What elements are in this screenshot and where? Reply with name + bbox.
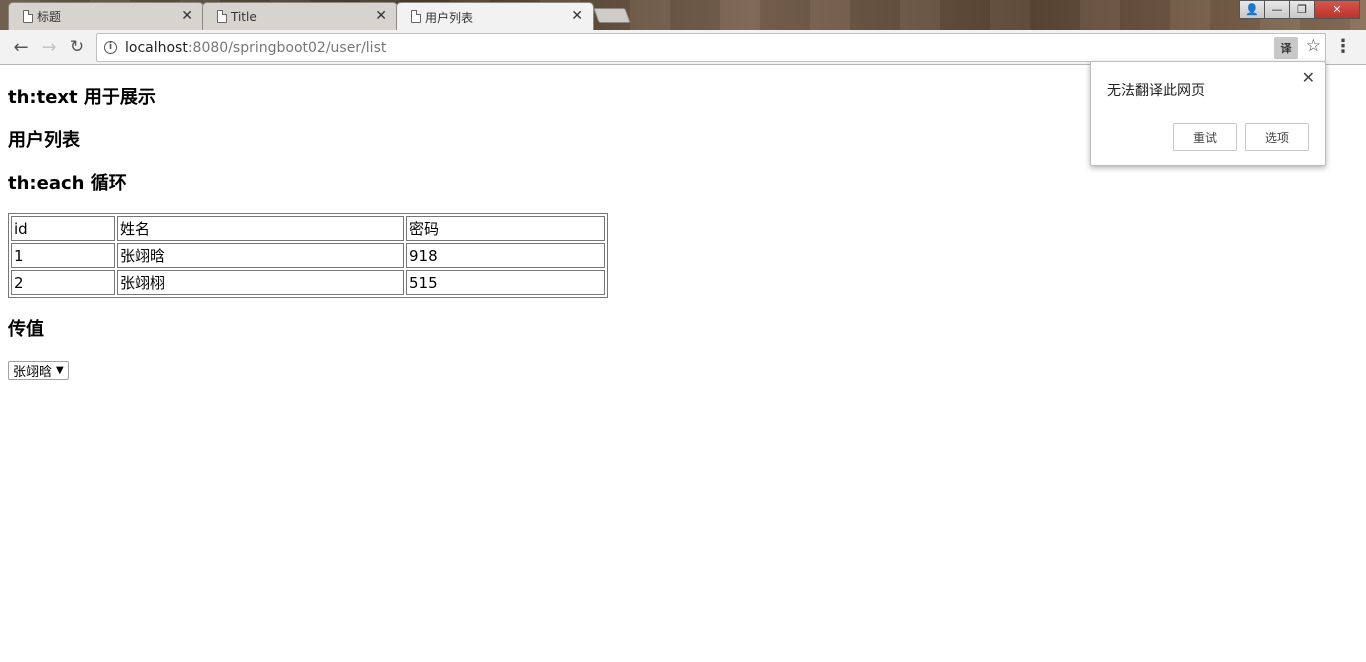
address-bar[interactable]: i localhost:8080/springboot02/user/list … bbox=[96, 33, 1326, 62]
title-bar: 标题 ✕ Title ✕ 用户列表 ✕ 👤 — ❐ ✕ bbox=[0, 0, 1366, 30]
options-button[interactable]: 选项 bbox=[1245, 123, 1309, 151]
cell-name: 张翊栩 bbox=[117, 270, 404, 295]
cell-id: 1 bbox=[11, 243, 115, 268]
info-icon[interactable]: i bbox=[104, 41, 117, 54]
new-tab-button[interactable] bbox=[593, 8, 631, 23]
back-icon[interactable]: ← bbox=[9, 36, 33, 58]
document-icon bbox=[411, 10, 421, 23]
table-header-row: id 姓名 密码 bbox=[11, 216, 605, 241]
table-row: 2 张翊栩 515 bbox=[11, 270, 605, 295]
tab-user-list[interactable]: 用户列表 ✕ bbox=[396, 2, 594, 30]
reload-icon[interactable]: ↻ bbox=[65, 36, 89, 58]
bookmark-star-icon[interactable]: ☆ bbox=[1306, 36, 1321, 56]
cell-id: 2 bbox=[11, 270, 115, 295]
user-table: id 姓名 密码 1 张翊晗 918 2 张翊栩 515 bbox=[8, 213, 608, 298]
table-row: 1 张翊晗 918 bbox=[11, 243, 605, 268]
window-controls: 👤 — ❐ ✕ bbox=[1239, 0, 1360, 19]
url-text: localhost:8080/springboot02/user/list bbox=[125, 40, 386, 56]
popup-close-icon[interactable]: ✕ bbox=[1302, 68, 1315, 87]
url-path: :8080/springboot02/user/list bbox=[187, 39, 387, 56]
tab-title[interactable]: Title ✕ bbox=[202, 2, 398, 30]
user-select[interactable]: 张翊晗 ▼ bbox=[8, 361, 69, 380]
heading-each-loop: th:each 循环 bbox=[8, 173, 127, 194]
cell-password: 515 bbox=[406, 270, 605, 295]
tab-label: Title bbox=[231, 9, 257, 24]
tab-label: 标题 bbox=[37, 10, 62, 24]
document-icon bbox=[217, 10, 227, 23]
url-host: localhost bbox=[125, 39, 188, 56]
header-password: 密码 bbox=[406, 216, 605, 241]
forward-icon[interactable]: → bbox=[37, 36, 61, 58]
translate-icon[interactable]: 译 bbox=[1274, 37, 1298, 59]
restore-button[interactable]: ❐ bbox=[1289, 0, 1315, 19]
tab-biaoti[interactable]: 标题 ✕ bbox=[8, 2, 204, 30]
close-tab-icon[interactable]: ✕ bbox=[181, 8, 193, 24]
browser-toolbar: ← → ↻ i localhost:8080/springboot02/user… bbox=[0, 30, 1366, 65]
menu-icon[interactable]: ⋮ bbox=[1334, 36, 1352, 57]
cell-name: 张翊晗 bbox=[117, 243, 404, 268]
translate-popup: 无法翻译此网页 ✕ 重试 选项 bbox=[1090, 61, 1326, 166]
minimize-button[interactable]: — bbox=[1264, 0, 1290, 19]
select-value: 张翊晗 bbox=[13, 365, 53, 380]
popup-message: 无法翻译此网页 bbox=[1107, 83, 1205, 99]
window-close-button[interactable]: ✕ bbox=[1314, 0, 1360, 19]
cell-password: 918 bbox=[406, 243, 605, 268]
document-icon bbox=[23, 10, 33, 23]
dropdown-arrow-icon: ▼ bbox=[56, 365, 64, 376]
header-name: 姓名 bbox=[117, 216, 404, 241]
close-tab-icon[interactable]: ✕ bbox=[571, 8, 583, 24]
tab-label: 用户列表 bbox=[425, 10, 474, 25]
retry-button[interactable]: 重试 bbox=[1173, 123, 1237, 151]
user-icon[interactable]: 👤 bbox=[1239, 0, 1265, 19]
header-id: id bbox=[11, 216, 115, 241]
close-tab-icon[interactable]: ✕ bbox=[375, 8, 387, 24]
heading-pass-value: 传值 bbox=[8, 319, 44, 340]
